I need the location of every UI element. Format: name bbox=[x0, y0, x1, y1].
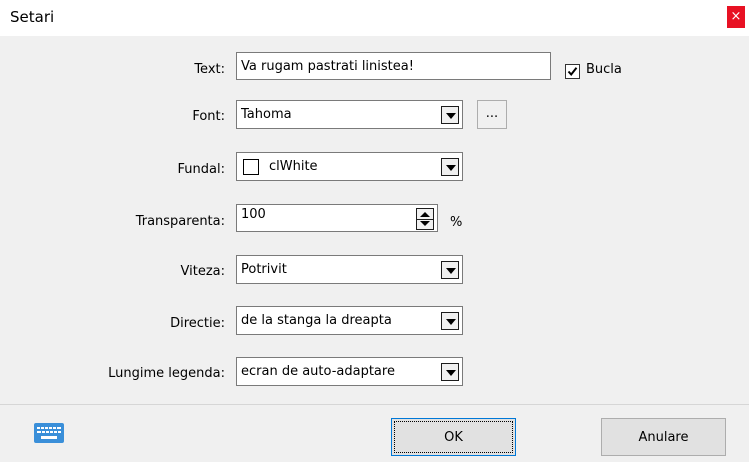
title-bar: Setari × bbox=[0, 0, 749, 36]
loop-label: Bucla bbox=[586, 62, 622, 77]
font-label: Font: bbox=[192, 109, 225, 124]
window-title: Setari bbox=[10, 8, 55, 26]
font-select[interactable]: Tahoma bbox=[236, 100, 463, 129]
keyboard-icon[interactable] bbox=[34, 423, 64, 443]
spin-divider bbox=[417, 219, 433, 220]
color-swatch bbox=[243, 159, 259, 175]
background-select[interactable]: clWhite bbox=[236, 152, 463, 181]
transparency-label: Transparenta: bbox=[135, 214, 225, 229]
ok-button[interactable]: OK bbox=[391, 418, 516, 456]
transparency-value: 100 bbox=[241, 207, 266, 222]
legend-length-value: ecran de auto-adaptare bbox=[241, 364, 395, 379]
spin-down-icon bbox=[420, 221, 430, 226]
direction-select[interactable]: de la stanga la dreapta bbox=[236, 306, 463, 335]
direction-label: Directie: bbox=[170, 316, 225, 331]
loop-checkbox[interactable] bbox=[565, 64, 580, 79]
background-label: Fundal: bbox=[177, 162, 225, 177]
percent-unit: % bbox=[450, 215, 463, 230]
chevron-down-icon bbox=[441, 363, 459, 381]
text-input[interactable]: Va rugam pastrati linistea! bbox=[236, 52, 551, 80]
legend-length-label: Lungime legenda: bbox=[108, 366, 225, 381]
chevron-down-icon bbox=[441, 158, 459, 176]
footer-divider bbox=[0, 404, 749, 405]
ok-label: OK bbox=[444, 430, 463, 445]
font-browse-button[interactable]: ... bbox=[477, 100, 507, 129]
close-button[interactable]: × bbox=[727, 6, 745, 28]
cancel-label: Anulare bbox=[638, 430, 689, 445]
legend-length-select[interactable]: ecran de auto-adaptare bbox=[236, 357, 463, 386]
chevron-down-icon bbox=[441, 106, 459, 124]
speed-value: Potrivit bbox=[241, 262, 287, 277]
spin-buttons[interactable] bbox=[416, 208, 434, 230]
speed-select[interactable]: Potrivit bbox=[236, 255, 463, 284]
spin-up-icon bbox=[420, 212, 430, 217]
direction-value: de la stanga la dreapta bbox=[241, 313, 392, 328]
transparency-input[interactable]: 100 bbox=[236, 204, 438, 232]
text-label: Text: bbox=[194, 62, 225, 77]
chevron-down-icon bbox=[441, 312, 459, 330]
chevron-down-icon bbox=[441, 261, 459, 279]
font-value: Tahoma bbox=[241, 107, 292, 122]
close-icon: × bbox=[730, 9, 742, 24]
speed-label: Viteza: bbox=[180, 264, 225, 279]
cancel-button[interactable]: Anulare bbox=[601, 418, 726, 456]
checkmark-icon bbox=[567, 67, 578, 77]
background-value: clWhite bbox=[269, 159, 318, 174]
